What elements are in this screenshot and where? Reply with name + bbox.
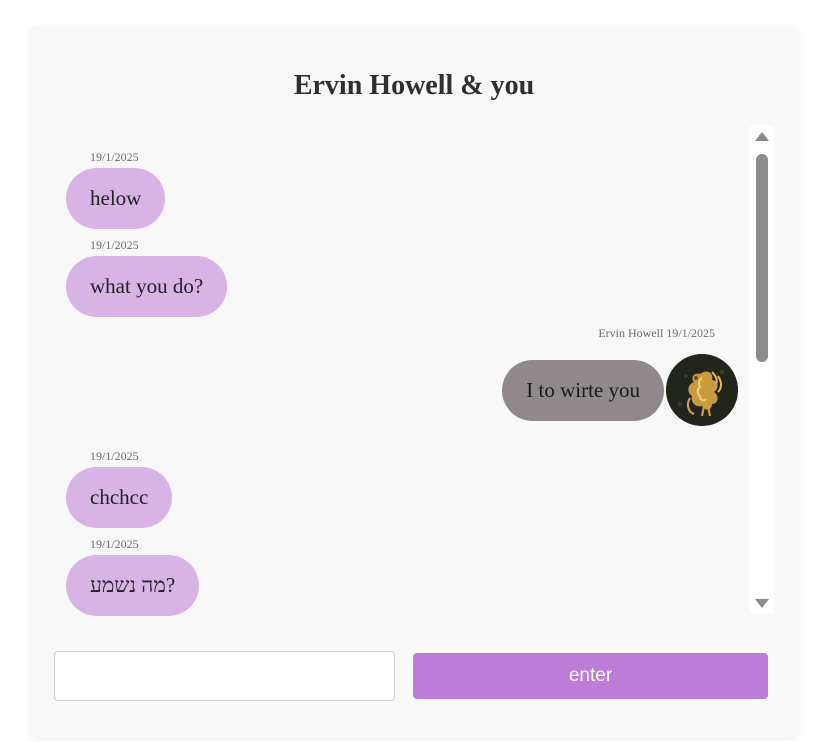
message-item: 19/1/2025 מה נשמע?	[66, 537, 366, 617]
send-button[interactable]: enter	[413, 653, 768, 699]
message-list[interactable]: 19/1/2025 helow 19/1/2025 what you do? E…	[66, 130, 748, 624]
message-sender-date: Ervin Howell 19/1/2025	[598, 326, 715, 340]
message-input[interactable]	[54, 651, 395, 701]
chat-panel: Ervin Howell & you 19/1/2025 helow 19/1/…	[30, 26, 798, 738]
message-list-scrollbar[interactable]	[750, 126, 774, 614]
message-date: 19/1/2025	[90, 537, 139, 551]
golden-phoenix-avatar-icon	[666, 354, 738, 426]
chat-title: Ervin Howell & you	[293, 70, 535, 101]
scrollbar-thumb[interactable]	[756, 154, 768, 362]
message-date: 19/1/2025	[90, 150, 139, 164]
message-date: 19/1/2025	[90, 238, 139, 252]
message-item: 19/1/2025 helow	[66, 150, 366, 230]
message-bubble: chchcc	[66, 467, 173, 528]
message-bubble: I to wirte you	[502, 360, 664, 421]
message-item: 19/1/2025 chchcc	[66, 449, 366, 529]
message-date: 19/1/2025	[90, 449, 139, 463]
scroll-up-arrow-icon[interactable]	[755, 132, 769, 141]
message-item: Ervin Howell 19/1/2025 I to wirte you	[366, 326, 748, 426]
message-item: 19/1/2025 what you do?	[66, 238, 366, 318]
message-bubble: מה נשמע?	[66, 555, 200, 616]
scroll-down-arrow-icon[interactable]	[755, 599, 769, 608]
message-bubble: helow	[66, 168, 166, 229]
message-bubble: what you do?	[66, 256, 228, 317]
